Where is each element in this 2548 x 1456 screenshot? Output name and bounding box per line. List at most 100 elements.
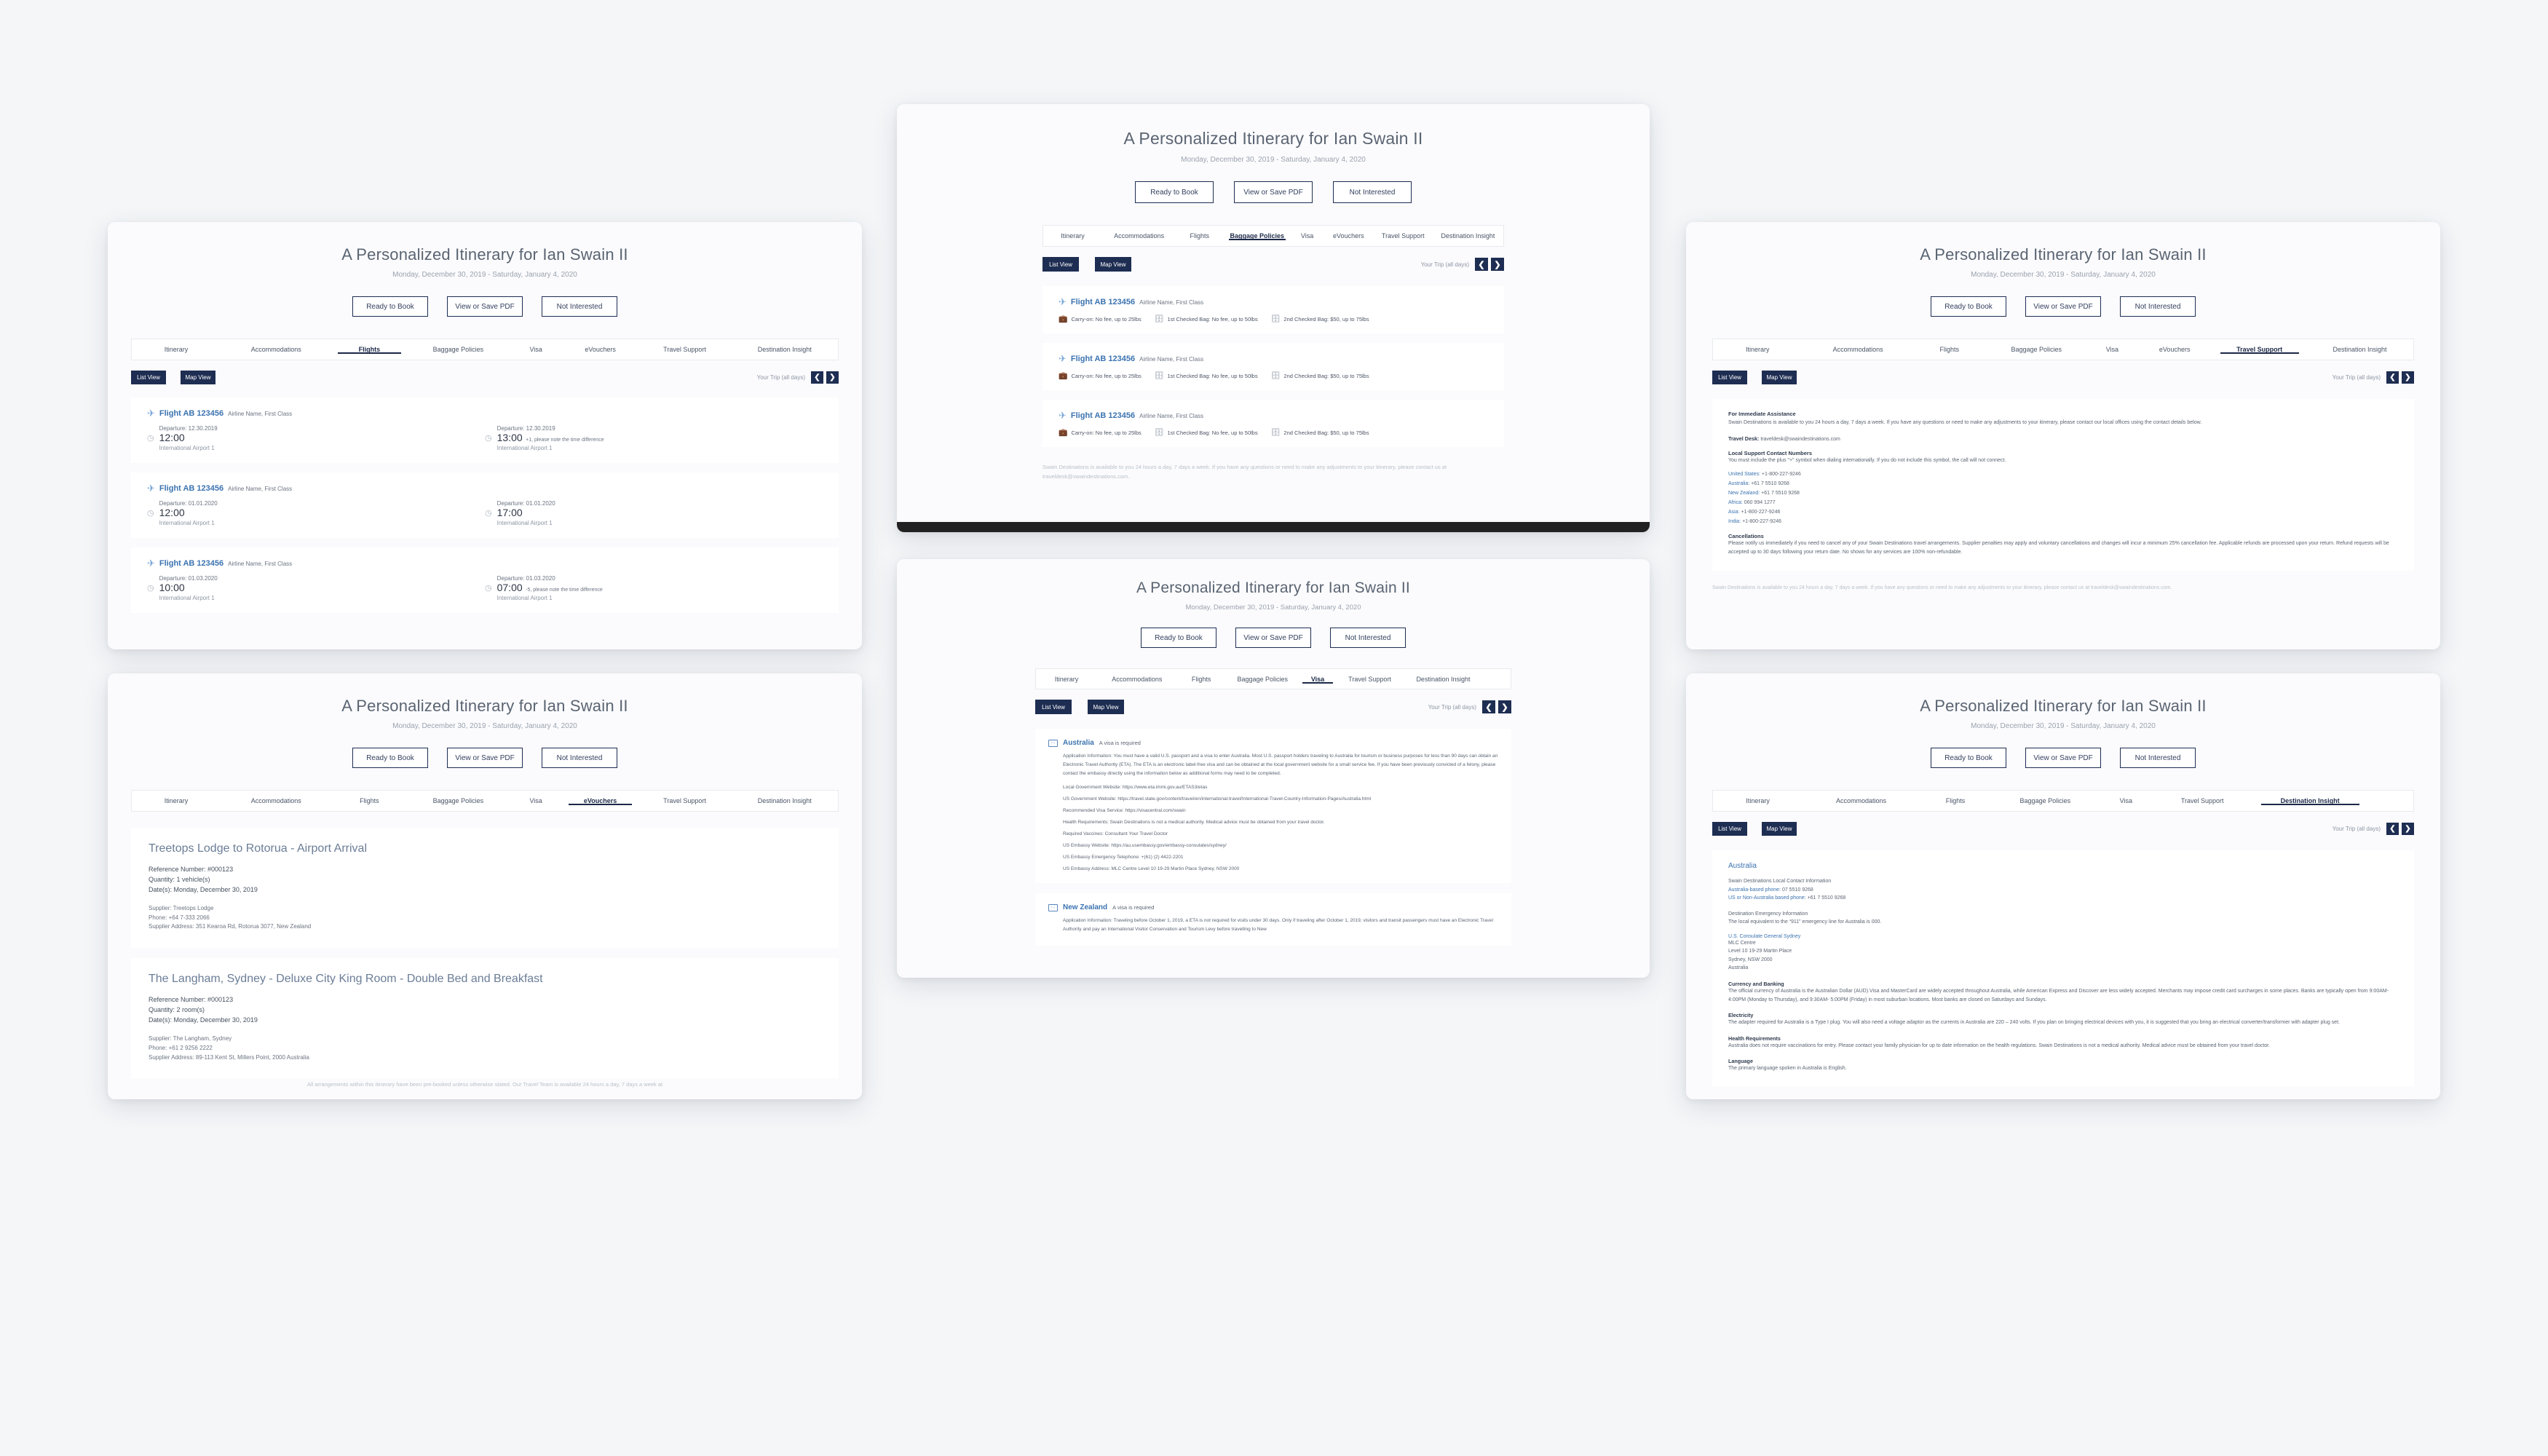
tab-itinerary[interactable]: Itinerary (1713, 797, 1803, 804)
next-day-button[interactable]: ❯ (1498, 700, 1511, 713)
view-or-save-pdf-button[interactable]: View or Save PDF (447, 296, 523, 317)
next-day-button[interactable]: ❯ (826, 371, 839, 384)
tab-itinerary[interactable]: Itinerary (1036, 676, 1097, 683)
prev-day-button[interactable]: ❮ (2386, 823, 2399, 835)
list-view-button[interactable]: List View (1712, 822, 1747, 836)
baggage-row[interactable]: ✈ Flight AB 123456 Airline Name, First C… (1042, 343, 1504, 390)
map-view-button[interactable]: Map View (1762, 822, 1797, 836)
map-view-button[interactable]: Map View (1762, 371, 1797, 384)
tab-accommodations[interactable]: Accommodations (1803, 797, 1919, 804)
tab-destination-insight[interactable]: Destination Insight (1433, 232, 1503, 240)
tab-baggage-policies[interactable]: Baggage Policies (1226, 676, 1299, 683)
tab-travel-support[interactable]: Travel Support (1336, 676, 1404, 683)
prev-day-button[interactable]: ❮ (2386, 371, 2399, 384)
evoucher-item[interactable]: The Langham, Sydney - Deluxe City King R… (131, 958, 839, 1079)
flight-row[interactable]: ✈ Flight AB 123456 Airline Name, First C… (131, 547, 839, 613)
ready-to-book-button[interactable]: Ready to Book (1135, 181, 1214, 203)
section-tabs[interactable]: Itinerary Accommodations Flights Baggage… (1712, 790, 2414, 812)
tab-flights[interactable]: Flights (332, 346, 408, 354)
tab-travel-support[interactable]: Travel Support (2153, 797, 2252, 804)
visa-entry[interactable]: ⛶ Australia A visa is required Applicati… (1035, 729, 1511, 884)
ready-to-book-button[interactable]: Ready to Book (352, 296, 428, 317)
tab-destination-insight[interactable]: Destination Insight (1404, 676, 1483, 683)
prev-day-button[interactable]: ❮ (811, 371, 823, 384)
flight-row[interactable]: ✈ Flight AB 123456 Airline Name, First C… (131, 472, 839, 538)
tab-visa[interactable]: Visa (510, 346, 563, 353)
tab-itinerary[interactable]: Itinerary (1713, 346, 1803, 353)
tab-flights[interactable]: Flights (1914, 346, 1985, 353)
view-or-save-pdf-button[interactable]: View or Save PDF (1235, 628, 1311, 648)
not-interested-button[interactable]: Not Interested (542, 296, 617, 317)
ready-to-book-button[interactable]: Ready to Book (1931, 748, 2006, 768)
tab-flights[interactable]: Flights (1177, 676, 1226, 683)
baggage-row[interactable]: ✈ Flight AB 123456 Airline Name, First C… (1042, 400, 1504, 447)
list-view-button[interactable]: List View (131, 371, 166, 384)
not-interested-button[interactable]: Not Interested (2120, 296, 2196, 317)
tab-travel-support[interactable]: Travel Support (638, 346, 731, 353)
section-tabs[interactable]: Itinerary Accommodations Flights Baggage… (1712, 339, 2414, 360)
tab-accommodations[interactable]: Accommodations (221, 346, 332, 353)
not-interested-button[interactable]: Not Interested (542, 748, 617, 768)
tab-baggage-policies[interactable]: Baggage Policies (407, 797, 509, 804)
next-day-button[interactable]: ❯ (2402, 371, 2414, 384)
next-day-button[interactable]: ❯ (1491, 258, 1504, 271)
tab-visa[interactable]: Visa (1299, 676, 1336, 684)
section-tabs[interactable]: Itinerary Accommodations Flights Baggage… (131, 339, 839, 360)
map-view-button[interactable]: Map View (1095, 257, 1131, 272)
tab-flights[interactable]: Flights (332, 797, 408, 804)
view-or-save-pdf-button[interactable]: View or Save PDF (447, 748, 523, 768)
contact-number[interactable]: +1-800-227-9246 (1762, 472, 1801, 477)
tab-travel-support[interactable]: Travel Support (2212, 346, 2306, 354)
tab-destination-insight[interactable]: Destination Insight (732, 797, 838, 804)
tab-evouchers[interactable]: eVouchers (563, 346, 638, 353)
contact-number[interactable]: +61 7 5510 9268 (1751, 481, 1789, 486)
tab-evouchers[interactable]: eVouchers (563, 797, 638, 805)
tab-visa[interactable]: Visa (510, 797, 563, 804)
tab-destination-insight[interactable]: Destination Insight (732, 346, 838, 353)
visa-entry[interactable]: ⛶ New Zealand A visa is required Applica… (1035, 893, 1511, 946)
view-or-save-pdf-button[interactable]: View or Save PDF (2025, 748, 2101, 768)
prev-day-button[interactable]: ❮ (1475, 258, 1488, 271)
section-tabs[interactable]: Itinerary Accommodations Flights Baggage… (1042, 225, 1504, 247)
australia-phone-value[interactable]: 07 5510 9268 (1782, 887, 1813, 893)
tab-travel-support[interactable]: Travel Support (1374, 232, 1433, 240)
section-tabs[interactable]: Itinerary Accommodations Flights Baggage… (131, 790, 839, 812)
tab-flights[interactable]: Flights (1920, 797, 1992, 804)
view-or-save-pdf-button[interactable]: View or Save PDF (2025, 296, 2101, 317)
tab-destination-insight[interactable]: Destination Insight (2306, 346, 2413, 353)
ready-to-book-button[interactable]: Ready to Book (1141, 628, 1216, 648)
tab-baggage-policies[interactable]: Baggage Policies (1991, 797, 2099, 804)
map-view-button[interactable]: Map View (181, 371, 215, 384)
tab-itinerary[interactable]: Itinerary (1043, 232, 1102, 240)
tab-itinerary[interactable]: Itinerary (132, 346, 221, 353)
tab-evouchers[interactable]: eVouchers (1324, 232, 1374, 240)
tab-itinerary[interactable]: Itinerary (132, 797, 221, 804)
not-interested-button[interactable]: Not Interested (2120, 748, 2196, 768)
evoucher-item[interactable]: Treetops Lodge to Rotorua - Airport Arri… (131, 828, 839, 949)
prev-day-button[interactable]: ❮ (1482, 700, 1495, 713)
ready-to-book-button[interactable]: Ready to Book (1931, 296, 2006, 317)
tab-destination-insight[interactable]: Destination Insight (2252, 797, 2368, 805)
travel-desk-email[interactable]: traveldesk@swaindestinations.com (1760, 437, 1840, 442)
tab-accommodations[interactable]: Accommodations (1803, 346, 1914, 353)
tab-baggage-policies[interactable]: Baggage Policies (1985, 346, 2088, 353)
list-view-button[interactable]: List View (1712, 371, 1747, 384)
map-view-button[interactable]: Map View (1088, 700, 1124, 714)
flight-row[interactable]: ✈ Flight AB 123456 Airline Name, First C… (131, 397, 839, 463)
contact-number[interactable]: +1-800-227-9246 (1742, 519, 1781, 524)
tab-travel-support[interactable]: Travel Support (638, 797, 731, 804)
tab-accommodations[interactable]: Accommodations (221, 797, 332, 804)
not-interested-button[interactable]: Not Interested (1333, 181, 1412, 203)
tab-baggage-policies[interactable]: Baggage Policies (1223, 232, 1291, 240)
tab-accommodations[interactable]: Accommodations (1097, 676, 1176, 683)
tab-accommodations[interactable]: Accommodations (1102, 232, 1176, 240)
non-australia-phone-value[interactable]: +61 7 5510 9268 (1808, 895, 1846, 901)
contact-number[interactable]: +61 7 5510 9268 (1761, 491, 1800, 496)
view-or-save-pdf-button[interactable]: View or Save PDF (1234, 181, 1313, 203)
next-day-button[interactable]: ❯ (2402, 823, 2414, 835)
not-interested-button[interactable]: Not Interested (1330, 628, 1406, 648)
list-view-button[interactable]: List View (1035, 700, 1072, 714)
tab-visa[interactable]: Visa (1291, 232, 1324, 240)
list-view-button[interactable]: List View (1042, 257, 1079, 272)
tab-evouchers[interactable]: eVouchers (2137, 346, 2212, 353)
